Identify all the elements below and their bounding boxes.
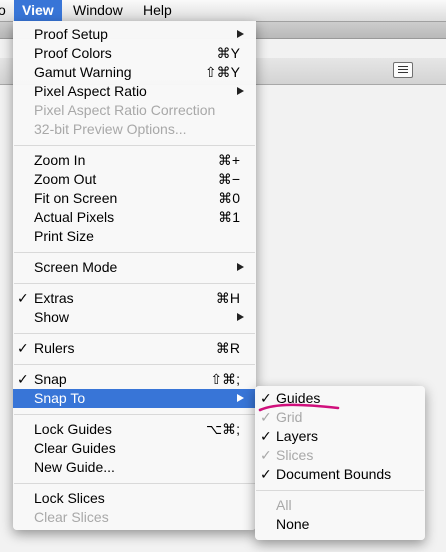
shortcut-label: ⌘0 [218,190,240,206]
submenu-item-label: All [276,497,292,513]
menu-separator [14,252,255,253]
shortcut-label: ⌘+ [217,152,240,168]
checkmark-icon: ✓ [260,390,272,406]
submenu-arrow-icon [237,394,244,402]
menu-item-pixel-aspect-ratio-correction: Pixel Aspect Ratio Correction [13,101,256,120]
menu-item-label: Zoom In [34,152,86,168]
menu-item-snap-to[interactable]: Snap To [13,389,256,408]
menu-bar-item-help[interactable]: Help [143,0,172,21]
panel-menu-icon[interactable] [393,62,413,78]
snap-to-submenu: ✓ Guides ✓ Grid ✓ Layers ✓ Slices ✓ Docu… [255,386,425,540]
menu-item-label: Fit on Screen [34,190,118,206]
menu-item-show[interactable]: Show [13,308,256,327]
menu-item-label: Rulers [34,340,75,356]
checkmark-icon: ✓ [260,466,272,482]
submenu-item-label: None [276,516,310,532]
menu-separator [14,414,255,415]
menu-item-proof-setup[interactable]: Proof Setup [13,25,256,44]
menu-item-label: Screen Mode [34,259,118,275]
menu-bar-item-window[interactable]: Window [73,0,123,21]
menu-item-gamut-warning[interactable]: Gamut Warning ⇧⌘Y [13,63,256,82]
menu-item-label: Clear Guides [34,440,116,456]
submenu-item-all: All [255,496,425,515]
menu-item-label: Clear Slices [34,509,109,525]
shortcut-label: ⌘− [217,171,240,187]
menu-item-print-size[interactable]: Print Size [13,227,256,246]
shortcut-label: ⌥⌘; [205,421,240,437]
menu-item-snap[interactable]: ✓ Snap ⇧⌘; [13,370,256,389]
menu-bar-item-view[interactable]: View [14,0,62,21]
submenu-arrow-icon [237,30,244,38]
submenu-item-guides[interactable]: ✓ Guides [255,389,425,408]
shortcut-label: ⇧⌘Y [204,64,240,80]
menu-item-label: Zoom Out [34,171,97,187]
shortcut-label: ⌘1 [218,209,240,225]
submenu-item-document-bounds[interactable]: ✓ Document Bounds [255,465,425,484]
menu-separator [14,483,255,484]
menu-item-label: Proof Setup [34,26,108,42]
menu-item-zoom-in[interactable]: Zoom In ⌘+ [13,151,256,170]
menu-bar-item-partial[interactable]: o [0,0,6,21]
menu-item-label: Snap [34,371,67,387]
submenu-item-label: Slices [276,447,314,463]
submenu-arrow-icon [237,313,244,321]
menu-item-label: Extras [34,290,74,306]
menu-item-rulers[interactable]: ✓ Rulers ⌘R [13,339,256,358]
menu-item-extras[interactable]: ✓ Extras ⌘H [13,289,256,308]
menu-item-label: 32-bit Preview Options... [34,121,187,137]
menu-item-pixel-aspect-ratio[interactable]: Pixel Aspect Ratio [13,82,256,101]
menu-item-label: Snap To [34,390,86,406]
menu-item-lock-slices[interactable]: Lock Slices [13,489,256,508]
shortcut-label: ⌘R [215,340,240,356]
submenu-item-grid: ✓ Grid [255,408,425,427]
submenu-item-label: Guides [276,390,321,406]
menu-item-label: Proof Colors [34,45,112,61]
menu-separator [14,333,255,334]
menu-item-fit-on-screen[interactable]: Fit on Screen ⌘0 [13,189,256,208]
menu-item-label: New Guide... [34,459,115,475]
menu-item-label: Pixel Aspect Ratio Correction [34,102,216,118]
checkmark-icon: ✓ [260,447,272,463]
menu-item-actual-pixels[interactable]: Actual Pixels ⌘1 [13,208,256,227]
submenu-arrow-icon [237,87,244,95]
submenu-item-layers[interactable]: ✓ Layers [255,427,425,446]
menu-separator [14,145,255,146]
menu-separator [14,364,255,365]
menu-item-clear-guides[interactable]: Clear Guides [13,439,256,458]
shortcut-label: ⌘Y [216,45,240,61]
shortcut-label: ⌘H [215,290,240,306]
shortcut-label: ⇧⌘; [210,371,240,387]
submenu-item-label: Layers [276,428,319,444]
checkmark-icon: ✓ [17,290,29,306]
menu-item-label: Gamut Warning [34,64,132,80]
menu-item-label: Print Size [34,228,94,244]
submenu-arrow-icon [237,263,244,271]
checkmark-icon: ✓ [17,340,29,356]
menu-item-label: Show [34,309,70,325]
menu-separator [256,490,424,491]
submenu-item-label: Grid [276,409,303,425]
menu-item-label: Lock Guides [34,421,112,437]
menu-item-clear-slices: Clear Slices [13,508,256,527]
menu-bar: o View Window Help [0,0,446,22]
menu-item-label: Lock Slices [34,490,105,506]
menu-item-32bit-preview-options: 32-bit Preview Options... [13,120,256,139]
menu-separator [14,283,255,284]
view-menu: Proof Setup Proof Colors ⌘Y Gamut Warnin… [13,21,256,530]
submenu-item-slices: ✓ Slices [255,446,425,465]
submenu-item-none[interactable]: None [255,515,425,534]
checkmark-icon: ✓ [260,409,272,425]
menu-item-label: Pixel Aspect Ratio [34,83,147,99]
menu-item-lock-guides[interactable]: Lock Guides ⌥⌘; [13,420,256,439]
checkmark-icon: ✓ [17,371,29,387]
checkmark-icon: ✓ [260,428,272,444]
menu-item-label: Actual Pixels [34,209,115,225]
menu-item-proof-colors[interactable]: Proof Colors ⌘Y [13,44,256,63]
submenu-item-label: Document Bounds [276,466,392,482]
menu-item-new-guide[interactable]: New Guide... [13,458,256,477]
menu-item-screen-mode[interactable]: Screen Mode [13,258,256,277]
menu-item-zoom-out[interactable]: Zoom Out ⌘− [13,170,256,189]
